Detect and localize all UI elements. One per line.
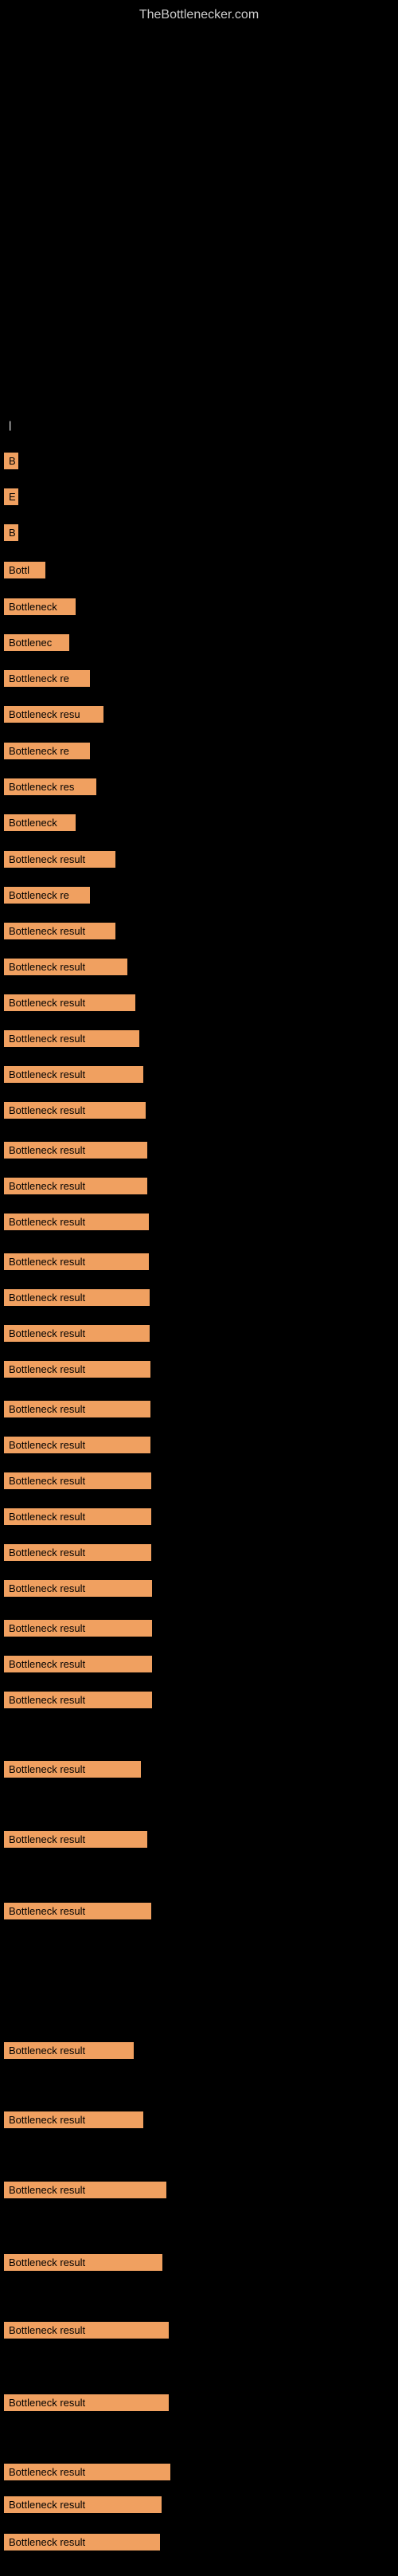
bottleneck-item: Bottleneck result [4,1656,152,1672]
bottleneck-item: Bottleneck result [4,2111,143,2128]
bottleneck-item: Bottleneck result [4,1178,147,1194]
bottleneck-item: Bottleneck re [4,743,90,759]
bottleneck-item: Bottleneck [4,598,76,615]
bottleneck-item: Bottleneck result [4,2322,169,2339]
bottleneck-item: Bottleneck result [4,1325,150,1342]
site-title: TheBottlenecker.com [0,0,398,26]
bottleneck-item: Bottleneck result [4,1472,151,1489]
bottleneck-item: Bottleneck [4,814,76,831]
bottleneck-item: Bottleneck result [4,1289,150,1306]
bottleneck-item: Bottleneck result [4,959,127,975]
bottleneck-item: Bottleneck result [4,1761,141,1778]
bottleneck-item: Bottleneck result [4,1692,152,1708]
bottleneck-item: Bottleneck result [4,1214,149,1230]
bottleneck-item: E [4,488,18,505]
bottleneck-item: Bottleneck result [4,2464,170,2480]
bottleneck-item: Bottlenec [4,634,69,651]
bottleneck-item: Bottleneck re [4,670,90,687]
bottleneck-item: Bottleneck result [4,2534,160,2551]
bottleneck-item: Bottleneck result [4,2182,166,2198]
bottleneck-item: Bottleneck result [4,1102,146,1119]
bottleneck-item: Bottleneck result [4,1142,147,1159]
bottleneck-item: Bottleneck re [4,887,90,904]
bottleneck-item: Bottleneck result [4,2042,134,2059]
section-label: | [4,417,14,433]
bottleneck-item: Bottleneck result [4,1544,151,1561]
bottleneck-item: Bottleneck result [4,1253,149,1270]
bottleneck-item: B [4,453,18,469]
bottleneck-item: Bottleneck result [4,1361,150,1378]
bottleneck-item: Bottleneck result [4,1401,150,1417]
bottleneck-item: Bottleneck result [4,1437,150,1453]
bottleneck-item: Bottleneck res [4,778,96,795]
bottleneck-item: Bottleneck result [4,1066,143,1083]
bottleneck-item: Bottleneck result [4,851,115,868]
bottleneck-item: Bottleneck result [4,2254,162,2271]
bottleneck-item: B [4,524,18,541]
page-container: TheBottlenecker.com | B E B Bottl Bottleneck B… [0,0,398,2576]
bottleneck-item: Bottleneck result [4,2496,162,2513]
bottleneck-item: Bottleneck result [4,1508,151,1525]
bottleneck-item: Bottleneck result [4,2394,169,2411]
bottleneck-item: Bottleneck result [4,1620,152,1637]
bottleneck-item: Bottleneck result [4,1831,147,1848]
bottleneck-item: Bottleneck result [4,1030,139,1047]
bottleneck-item: Bottleneck resu [4,706,103,723]
bottleneck-item: Bottleneck result [4,994,135,1011]
bottleneck-item: Bottl [4,562,45,578]
bottleneck-item: Bottleneck result [4,1903,151,1919]
bottleneck-item: Bottleneck result [4,1580,152,1597]
bottleneck-item: Bottleneck result [4,923,115,939]
